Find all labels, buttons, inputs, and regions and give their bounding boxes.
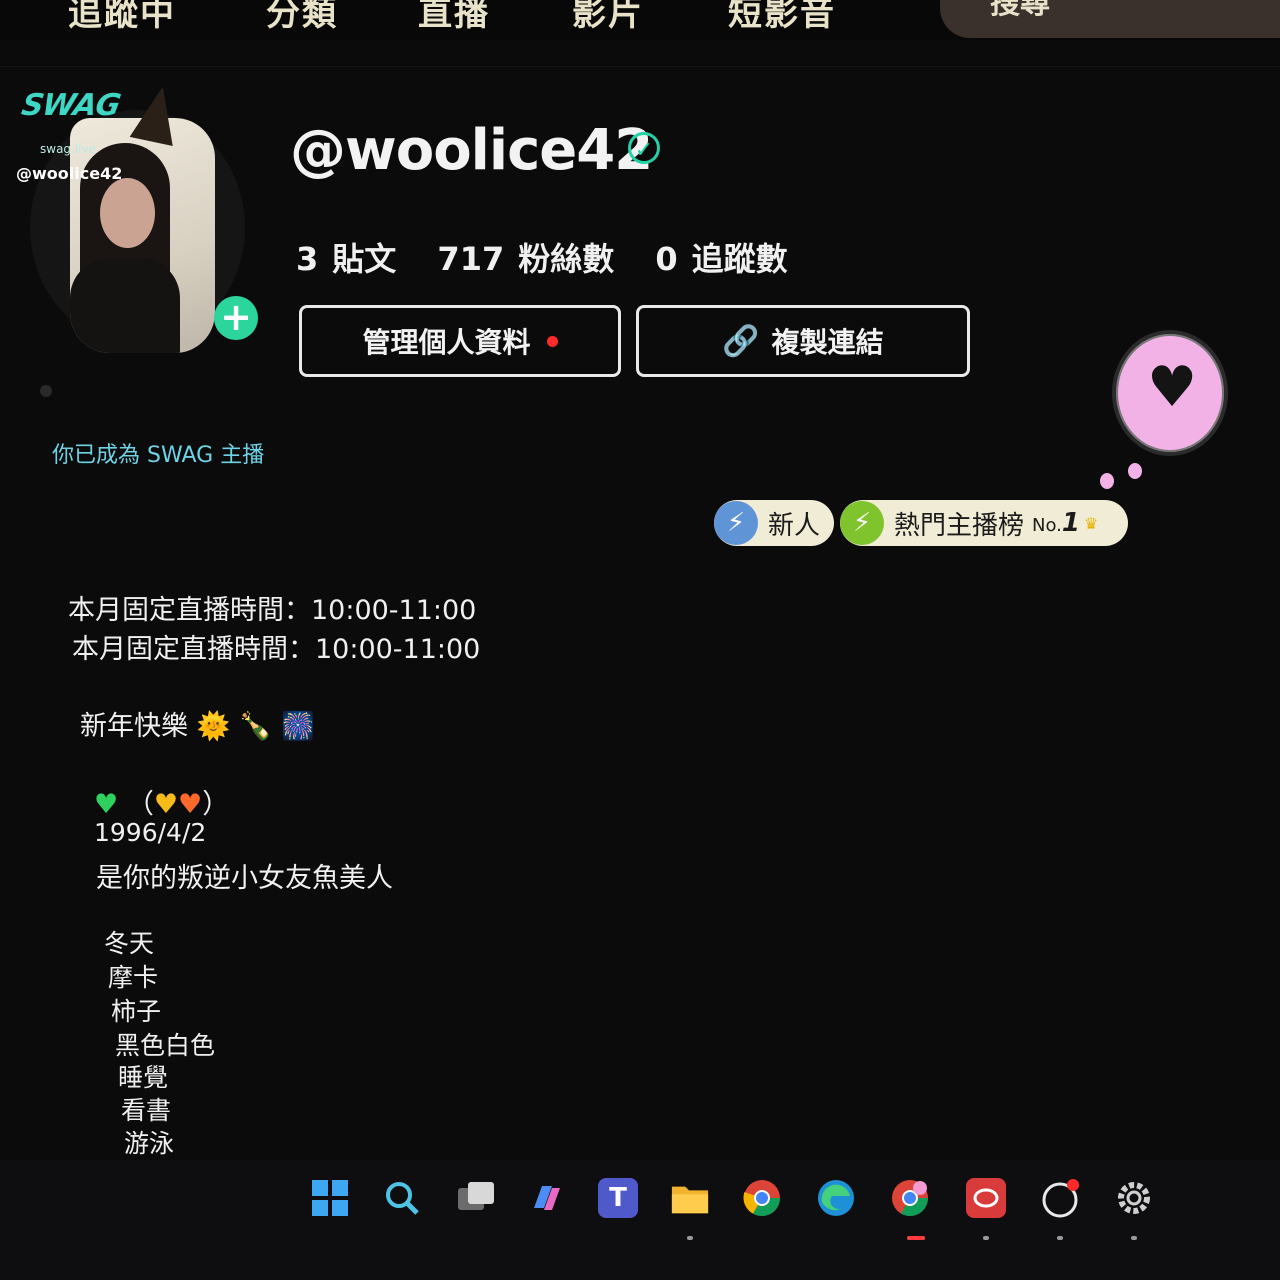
badge-newcomer-label: 新人 <box>768 510 821 541</box>
search-label: 搜尋 <box>990 0 1050 21</box>
rank-prefix: No. <box>1032 515 1062 536</box>
lightning-icon: ⚡ <box>840 501 884 545</box>
following-label[interactable]: 追蹤數 <box>692 240 788 278</box>
app-red-icon[interactable] <box>966 1178 1006 1218</box>
notification-dot <box>546 335 558 347</box>
profile-stats: 3 貼文 717 粉絲數 0 追蹤數 <box>296 234 800 280</box>
copilot-icon[interactable] <box>526 1178 566 1218</box>
copy-link-label: 複製連結 <box>771 326 884 359</box>
watermark-username: @woolice42 <box>16 164 123 183</box>
active-indicator <box>907 1236 925 1240</box>
rank-number: 1 <box>1061 508 1080 538</box>
swag-site-label: swag.live <box>40 142 97 156</box>
task-view-icon[interactable] <box>456 1178 496 1218</box>
windows-start-icon[interactable] <box>310 1178 350 1218</box>
search-icon: ⌕ <box>960 0 975 5</box>
celebration-emoji: 🌞 🍾 🎆 <box>196 711 315 742</box>
running-indicator <box>687 1236 693 1240</box>
add-avatar-button[interactable]: + <box>214 296 258 340</box>
heart-bubble-decoration: ♥ <box>1112 330 1228 456</box>
chrome-profile-icon[interactable] <box>890 1178 930 1218</box>
teams-icon[interactable]: T <box>598 1178 638 1218</box>
link-icon: 🔗 <box>722 323 760 359</box>
avatar-face <box>100 178 155 248</box>
nav-categories[interactable]: 分類 <box>266 0 338 35</box>
manage-profile-button[interactable]: 管理個人資料 <box>299 305 621 377</box>
bio-like-item: 柿子 <box>111 997 162 1026</box>
yellow-heart-icon: ♥ <box>153 789 179 820</box>
badge-hot-streamer-rank[interactable]: ⚡ 熱門主播榜 No.1 ♛ <box>840 500 1128 546</box>
posts-count[interactable]: 3 <box>296 240 318 278</box>
top-nav: 追蹤中 分類 直播 影片 短影音 ⌕ 搜尋 <box>0 0 1280 40</box>
bio-tagline: 是你的叛逆小女友魚美人 <box>96 863 393 894</box>
bio-like-item: 黑色白色 <box>115 1031 216 1060</box>
file-explorer-icon[interactable] <box>670 1178 710 1218</box>
bio-schedule-line: 本月固定直播時間：10:00-11:00 <box>68 595 477 626</box>
status-dot <box>40 385 52 397</box>
nav-videos[interactable]: 影片 <box>572 0 644 35</box>
bio-new-year: 新年快樂 🌞 🍾 🎆 <box>80 704 315 743</box>
paren-open: （ <box>126 789 154 820</box>
running-indicator <box>1057 1236 1063 1240</box>
copy-link-button[interactable]: 🔗 複製連結 <box>636 305 970 377</box>
lightning-icon: ⚡ <box>714 501 758 545</box>
profile-username: @woolice42 <box>290 118 653 183</box>
bubble-dot <box>1128 463 1142 479</box>
bio-birthday: 1996/4/2 <box>94 818 207 847</box>
edge-icon[interactable] <box>816 1178 856 1218</box>
running-indicator <box>983 1236 989 1240</box>
posts-label[interactable]: 貼文 <box>332 240 396 278</box>
heart-icon: ♥ <box>1147 355 1198 420</box>
nav-shorts[interactable]: 短影音 <box>728 0 836 35</box>
chrome-icon[interactable] <box>742 1178 782 1218</box>
orange-heart-icon: ♥ <box>178 789 203 820</box>
bio-schedule-line: 本月固定直播時間：10:00-11:00 <box>72 634 481 665</box>
badge-hot-label: 熱門主播榜 <box>894 510 1025 541</box>
followers-count[interactable]: 717 <box>437 240 504 278</box>
manage-profile-label: 管理個人資料 <box>362 326 531 359</box>
header-divider <box>0 66 1280 67</box>
windows-taskbar <box>0 1160 1280 1280</box>
avatar-body <box>70 258 180 353</box>
bio-like-item: 冬天 <box>104 929 155 958</box>
search-box[interactable]: ⌕ 搜尋 <box>940 0 1280 38</box>
bio-hearts: ♥ （♥♥） <box>94 782 229 821</box>
bio-like-item: 游泳 <box>124 1129 175 1158</box>
green-heart-icon: ♥ <box>94 789 119 820</box>
swag-logo: SWAG <box>18 88 123 123</box>
badge-rank: No.1 <box>1032 508 1080 538</box>
paren-close: ） <box>202 789 230 820</box>
crown-icon: ♛ <box>1084 513 1099 533</box>
bio-like-item: 看書 <box>121 1096 172 1125</box>
bio-like-item: 摩卡 <box>108 963 159 992</box>
creator-status-text: 你已成為 SWAG 主播 <box>52 443 265 468</box>
search-icon[interactable] <box>382 1178 422 1218</box>
verified-icon: ✓ <box>628 132 660 164</box>
following-count[interactable]: 0 <box>655 240 677 278</box>
bio-like-item: 睡覺 <box>118 1063 169 1092</box>
nav-live[interactable]: 直播 <box>418 0 490 35</box>
badge-newcomer[interactable]: ⚡ 新人 <box>714 500 834 546</box>
new-year-text: 新年快樂 <box>80 711 188 742</box>
settings-gear-icon[interactable] <box>1114 1178 1154 1218</box>
line-app-icon[interactable] <box>1040 1178 1080 1218</box>
nav-following[interactable]: 追蹤中 <box>68 0 176 35</box>
bubble-dot <box>1100 473 1114 489</box>
running-indicator <box>1131 1236 1137 1240</box>
followers-label[interactable]: 粉絲數 <box>518 240 614 278</box>
